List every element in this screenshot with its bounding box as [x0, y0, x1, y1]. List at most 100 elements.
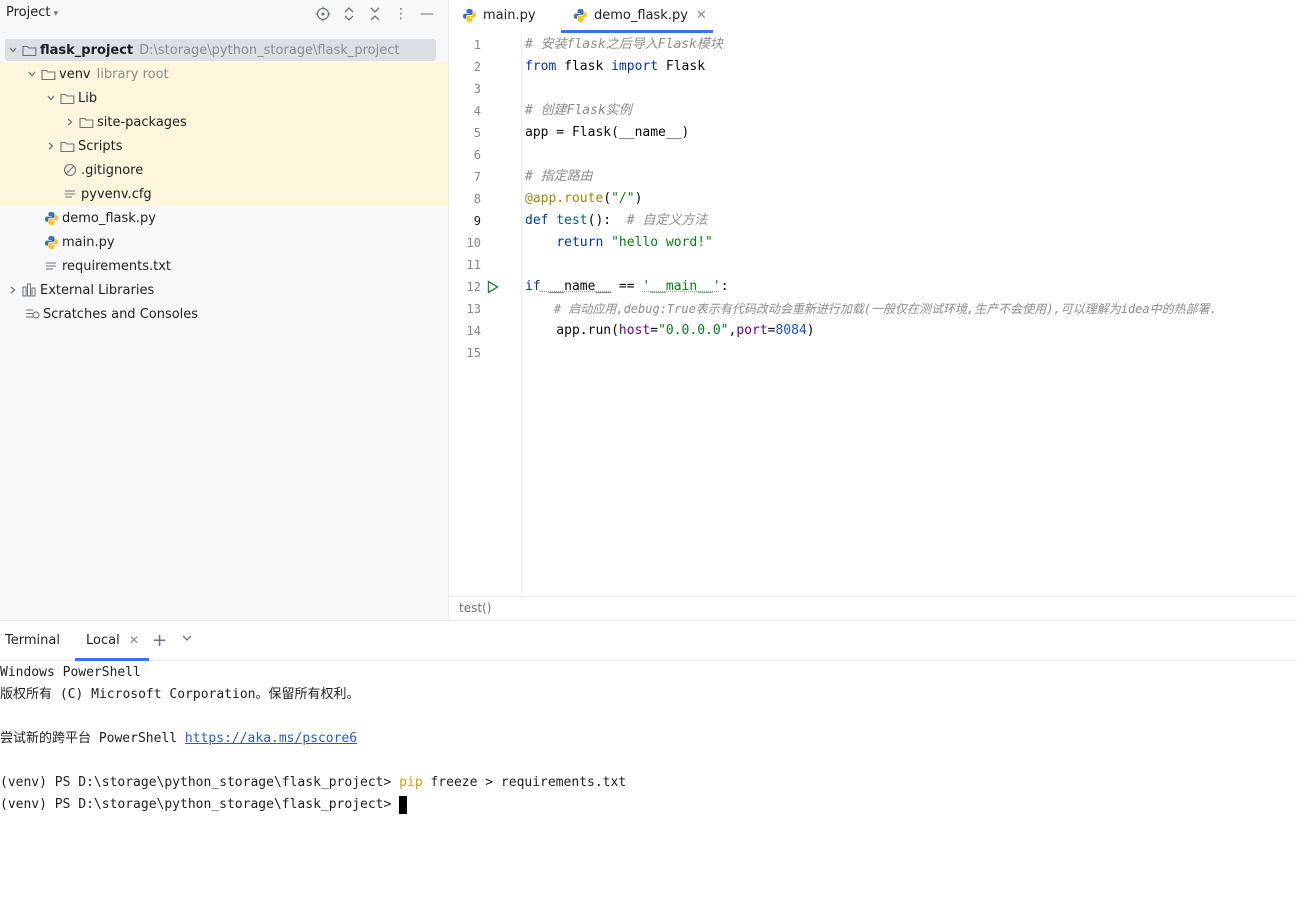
locate-icon[interactable] [313, 4, 333, 24]
line-number: 10 [466, 236, 481, 250]
code-text: : [720, 279, 729, 294]
tree-item-demo-flask-py[interactable]: demo_flask.py [0, 206, 448, 230]
breadcrumb[interactable]: test() [459, 601, 491, 615]
terminal-line: Windows PowerShell [0, 665, 141, 680]
more-options-icon[interactable]: ⋮ [391, 4, 411, 24]
chevron-down-icon[interactable] [5, 42, 21, 58]
code-text: flask [556, 59, 612, 74]
chevron-right-icon[interactable] [5, 282, 21, 298]
active-tab-indicator [561, 30, 713, 33]
line-number: 1 [473, 38, 481, 52]
tab-demo-flask-py[interactable]: demo_flask.py ✕ [572, 0, 707, 30]
comment: # 安装flask之后导入Flask模块 [525, 37, 723, 52]
tree-item-requirements-txt[interactable]: requirements.txt [0, 254, 448, 278]
parameter: port [736, 323, 768, 338]
chevron-down-icon[interactable] [24, 66, 40, 82]
folder-icon [59, 90, 75, 106]
line-number: 2 [473, 60, 481, 74]
tab-label: demo_flask.py [594, 7, 688, 23]
line-number-current: 9 [473, 214, 481, 228]
tree-item-venv[interactable]: venv library root [0, 62, 448, 86]
tree-item-scripts[interactable]: Scripts [0, 134, 448, 158]
keyword: return [556, 235, 604, 250]
code-text: __name__ [540, 279, 612, 294]
terminal-title: Terminal [5, 633, 60, 648]
terminal-header: Terminal Local ✕ + [0, 621, 1297, 661]
code-line-4: # 创建Flask实例 [525, 100, 632, 122]
code-line-9: def test(): # 自定义方法 [525, 210, 707, 232]
line-number: 8 [473, 192, 481, 206]
parameter: host [618, 323, 651, 338]
code-text: ) [634, 191, 643, 206]
comment: # 启动应用,debug:True表示有代码改动会重新进行加载(一般仅在测试环境… [525, 302, 1217, 316]
line-number: 3 [473, 82, 481, 96]
terminal-panel: Terminal Local ✕ + Windows PowerShell 版权… [0, 620, 1297, 902]
tab-label: main.py [483, 7, 536, 23]
library-icon [21, 282, 37, 298]
project-title: Project [6, 5, 51, 20]
tree-item-flask-project[interactable]: flask_project D:\storage\python_storage\… [0, 38, 448, 62]
project-view-selector[interactable]: Project ▾ [6, 5, 58, 20]
folder-icon [78, 114, 94, 130]
tree-item-path: D:\storage\python_storage\flask_project [139, 42, 400, 58]
string: "0.0.0.0" [658, 323, 729, 338]
tree-item-label: Lib [78, 90, 98, 106]
terminal-line: 尝试新的跨平台 PowerShell https://aka.ms/pscore… [0, 728, 357, 750]
code-text: app = Flask(__name__) [525, 125, 690, 140]
decorator: @app.route [525, 191, 604, 206]
code-line-7: # 指定路由 [525, 166, 593, 188]
comment: # 创建Flask实例 [525, 103, 632, 118]
tab-local[interactable]: Local ✕ [75, 621, 149, 661]
tree-item-label: demo_flask.py [62, 210, 156, 226]
chevron-right-icon[interactable] [43, 138, 59, 154]
breadcrumb-bar: test() [449, 596, 1297, 620]
close-icon[interactable]: ✕ [129, 633, 139, 647]
code-line-5: app = Flask(__name__) [525, 122, 689, 144]
terminal-prompt: (venv) PS D:\storage\python_storage\flas… [0, 775, 400, 790]
tree-item-site-packages[interactable]: site-packages [0, 110, 448, 134]
code-line-1: # 安装flask之后导入Flask模块 [525, 34, 723, 56]
folder-icon [21, 42, 37, 58]
python-file-icon [461, 7, 477, 23]
tree-item-pyvenv-cfg[interactable]: pyvenv.cfg [0, 182, 448, 206]
tab-main-py[interactable]: main.py [461, 0, 536, 30]
collapse-all-icon[interactable] [365, 4, 385, 24]
terminal-link[interactable]: https://aka.ms/pscore6 [185, 731, 357, 746]
line-number: 11 [466, 258, 481, 272]
tree-item-main-py[interactable]: main.py [0, 230, 448, 254]
function-name: test [548, 213, 588, 228]
tree-item-scratches-and-consoles[interactable]: Scratches and Consoles [0, 302, 448, 326]
keyword: if [525, 279, 541, 294]
code-line-12: if __name__ == '__main__': [525, 276, 729, 298]
comment: # 自定义方法 [626, 213, 708, 228]
tree-item-lib[interactable]: Lib [0, 86, 448, 110]
minimize-icon[interactable]: — [417, 4, 437, 24]
code-text: = [650, 323, 659, 338]
tree-item-external-libraries[interactable]: External Libraries [0, 278, 448, 302]
line-number: 13 [466, 302, 481, 316]
tree-item-gitignore[interactable]: .gitignore [0, 158, 448, 182]
tree-item-label: flask_project [40, 42, 134, 58]
string: "/" [611, 191, 635, 206]
tree-item-label: Scripts [78, 138, 123, 154]
run-icon[interactable] [487, 280, 499, 298]
python-file-icon [43, 234, 59, 250]
chevron-down-icon[interactable] [181, 632, 193, 648]
close-icon[interactable]: ✕ [696, 8, 707, 23]
line-number: 14 [466, 324, 481, 338]
line-number: 7 [473, 170, 481, 184]
tree-item-label: site-packages [97, 114, 187, 130]
line-number: 4 [473, 104, 481, 118]
chevron-down-icon[interactable] [43, 90, 59, 106]
expand-all-icon[interactable] [339, 4, 359, 24]
line-number: 6 [473, 148, 481, 162]
chevron-right-icon[interactable] [62, 114, 78, 130]
scratches-icon [24, 306, 40, 322]
text-file-icon [62, 186, 78, 202]
add-icon[interactable]: + [152, 630, 167, 651]
code-line-13: # 启动应用,debug:True表示有代码改动会重新进行加载(一般仅在测试环境… [525, 298, 1217, 320]
line-number: 12 [466, 280, 481, 294]
code-line-8: @app.route("/") [525, 188, 642, 210]
keyword: def [525, 213, 549, 228]
